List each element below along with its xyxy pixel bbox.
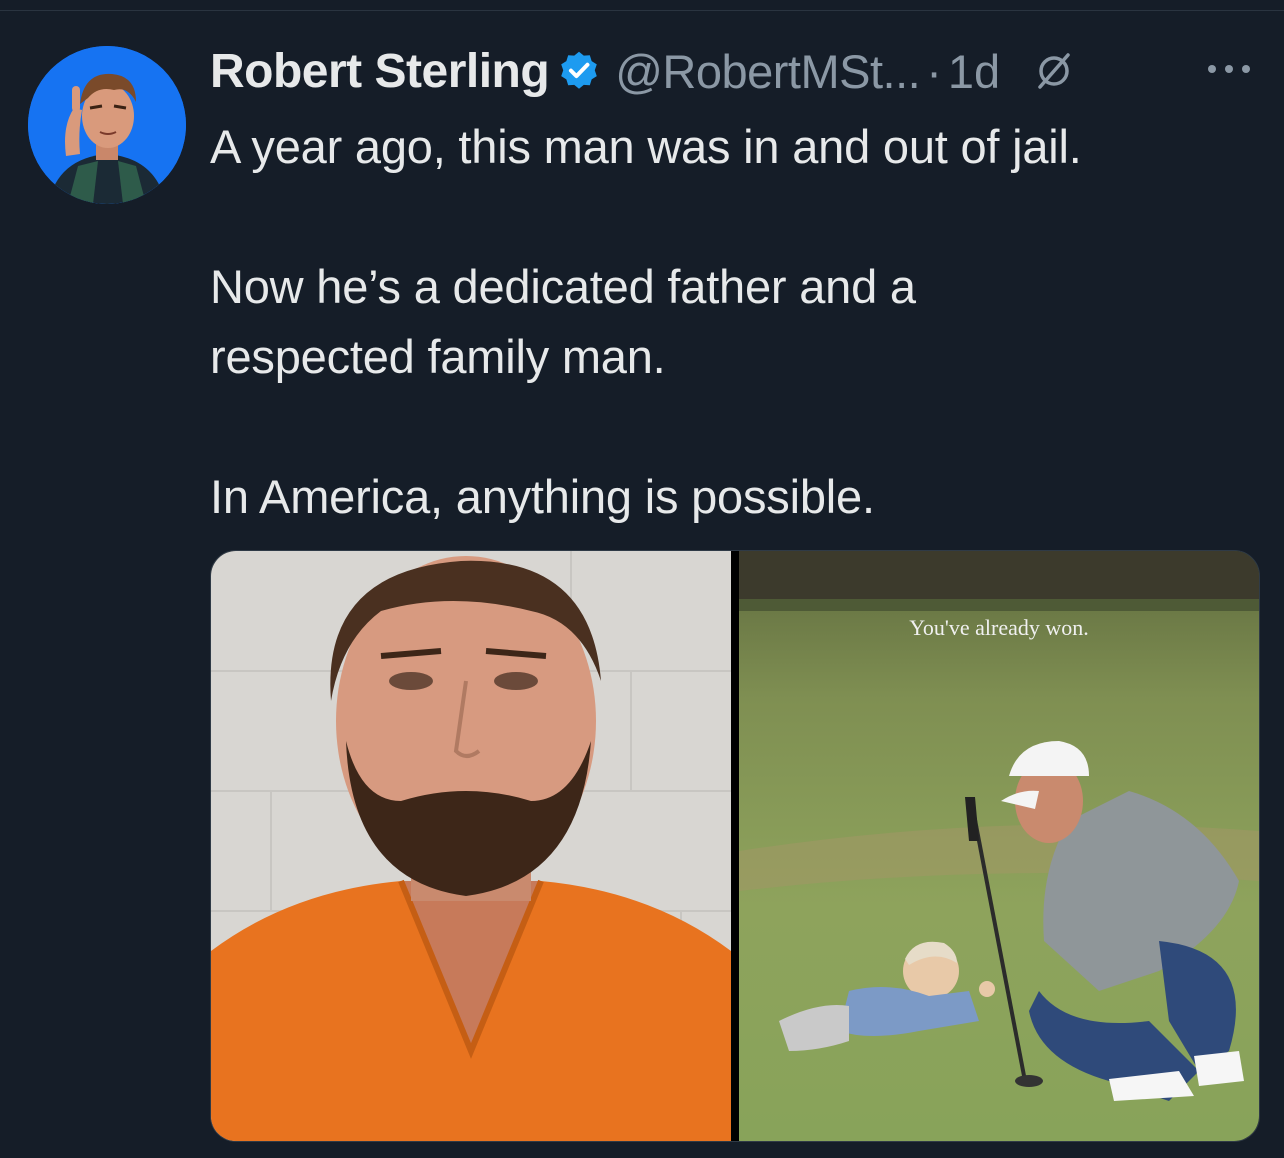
divider xyxy=(0,10,1284,11)
more-options-icon[interactable] xyxy=(1204,58,1254,80)
tweet-media[interactable]: You've already won. xyxy=(210,550,1260,1142)
tweet-paragraph: In America, anything is possible. xyxy=(210,470,875,523)
tweet-text: A year ago, this man was in and out of j… xyxy=(210,112,1260,532)
verified-badge-icon xyxy=(561,51,597,89)
timestamp[interactable]: 1d xyxy=(948,44,1000,99)
media-divider xyxy=(731,551,739,1141)
tweet-header: Robert Sterling @RobertMSt... · 1d xyxy=(210,40,1074,102)
tweet-paragraph: A year ago, this man was in and out of j… xyxy=(210,120,1082,173)
grok-icon[interactable] xyxy=(1034,51,1074,91)
media-image-right[interactable]: You've already won. xyxy=(739,551,1259,1141)
media-image-left[interactable] xyxy=(211,551,731,1141)
author-handle[interactable]: @RobertMSt... xyxy=(615,44,921,99)
tweet-paragraph: Now he’s a dedicated father and a respec… xyxy=(210,260,916,383)
avatar[interactable] xyxy=(28,46,186,204)
image-caption: You've already won. xyxy=(909,615,1089,640)
author-name[interactable]: Robert Sterling xyxy=(210,44,550,99)
separator: · xyxy=(926,44,942,98)
